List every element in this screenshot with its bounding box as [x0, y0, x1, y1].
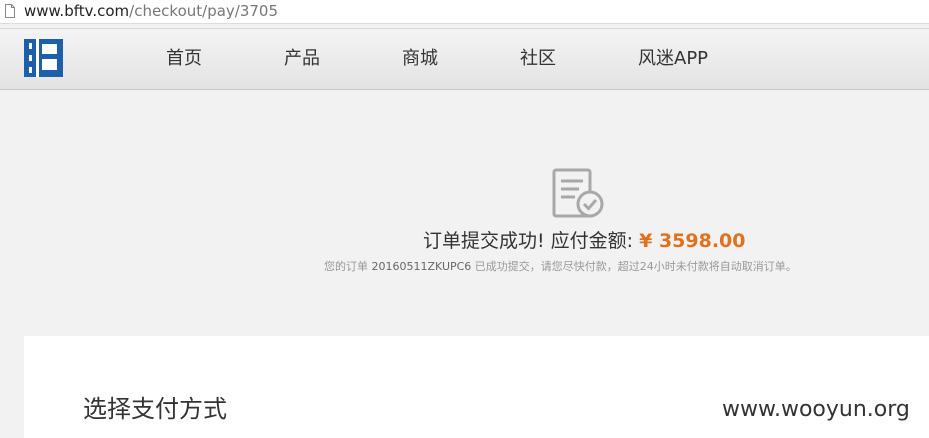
url-path: /checkout/pay/3705	[129, 2, 279, 20]
order-note: 您的订单 20160511ZKUPC6 已成功提交，请您尽快付款，超过24小时未…	[324, 260, 797, 274]
nav-item-products[interactable]: 产品	[284, 48, 320, 70]
order-number: 20160511ZKUPC6	[371, 260, 472, 273]
payment-method-title: 选择支付方式	[83, 395, 227, 423]
nav-item-community[interactable]: 社区	[520, 48, 556, 70]
order-check-icon	[552, 168, 604, 218]
order-amount: ¥ 3598.00	[639, 230, 746, 252]
url-host: www.bftv.com	[24, 2, 130, 20]
order-title-text: 订单提交成功! 应付金额:	[423, 230, 640, 252]
page-icon	[5, 4, 15, 18]
order-note-prefix: 您的订单	[324, 260, 372, 273]
watermark: www.wooyun.org	[722, 397, 910, 422]
order-note-suffix: 已成功提交，请您尽快付款，超过24小时未付款将自动取消订单。	[471, 260, 797, 273]
url-text[interactable]: www.bftv.com/checkout/pay/3705	[24, 2, 278, 20]
nav-item-home[interactable]: 首页	[166, 48, 202, 70]
nav-item-app[interactable]: 风迷APP	[638, 48, 708, 70]
nav-item-mall[interactable]: 商城	[402, 48, 438, 70]
browser-address-bar[interactable]: www.bftv.com/checkout/pay/3705	[0, 0, 929, 24]
site-navbar: 首页 产品 商城 社区 风迷APP	[0, 28, 929, 90]
bftv-logo[interactable]	[24, 39, 63, 77]
order-success-title: 订单提交成功! 应付金额: ¥ 3598.00	[423, 229, 745, 253]
